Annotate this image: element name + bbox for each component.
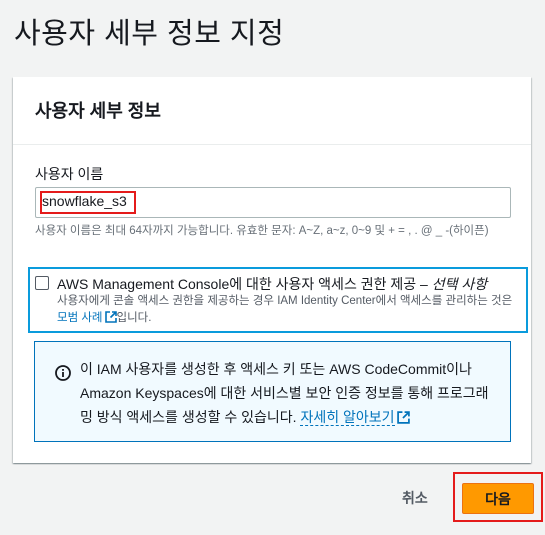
best-practice-link[interactable]: 모범 사례 xyxy=(57,311,117,324)
user-details-panel: 사용자 세부 정보 사용자 이름 snowflake_s3 사용자 이름은 최대… xyxy=(13,77,531,463)
console-access-description: 사용자에게 콘솔 액세스 권한을 제공하는 경우 IAM Identity Ce… xyxy=(57,293,517,327)
external-link-icon xyxy=(104,311,117,323)
console-access-checkbox[interactable] xyxy=(35,276,49,290)
highlight-box xyxy=(40,191,136,214)
learn-more-link[interactable]: 자세히 알아보기 xyxy=(300,409,395,426)
panel-header: 사용자 세부 정보 xyxy=(13,77,531,145)
best-practice-link-text: 모범 사례 xyxy=(57,312,103,324)
page-title: 사용자 세부 정보 지정 xyxy=(14,18,285,50)
panel-title: 사용자 세부 정보 xyxy=(35,101,161,121)
username-hint: 사용자 이름은 최대 64자까지 가능합니다. 유효한 문자: A~Z, a~z… xyxy=(35,225,489,237)
info-alert: 이 IAM 사용자를 생성한 후 액세스 키 또는 AWS CodeCommit… xyxy=(34,341,511,442)
cancel-button[interactable]: 취소 xyxy=(402,488,428,508)
external-link-icon xyxy=(396,411,410,424)
console-access-label-text: AWS Management Console에 대한 사용자 액세스 권한 제공… xyxy=(57,276,428,292)
info-text: 이 IAM 사용자를 생성한 후 액세스 키 또는 AWS CodeCommit… xyxy=(80,357,500,429)
username-label: 사용자 이름 xyxy=(35,166,104,182)
username-input[interactable]: snowflake_s3 xyxy=(35,187,511,218)
learn-more-link-text: 자세히 알아보기 xyxy=(300,409,395,425)
console-access-label[interactable]: AWS Management Console에 대한 사용자 액세스 권한 제공… xyxy=(57,274,487,294)
description-text: 사용자에게 콘솔 액세스 권한을 제공하는 경우 IAM Identity Ce… xyxy=(57,295,513,307)
info-icon xyxy=(55,365,71,381)
description-suffix: 입니다. xyxy=(116,312,152,324)
optional-tag: 선택 사항 xyxy=(431,276,488,292)
info-message: 이 IAM 사용자를 생성한 후 액세스 키 또는 AWS CodeCommit… xyxy=(80,361,489,425)
next-button[interactable]: 다음 xyxy=(462,483,534,514)
